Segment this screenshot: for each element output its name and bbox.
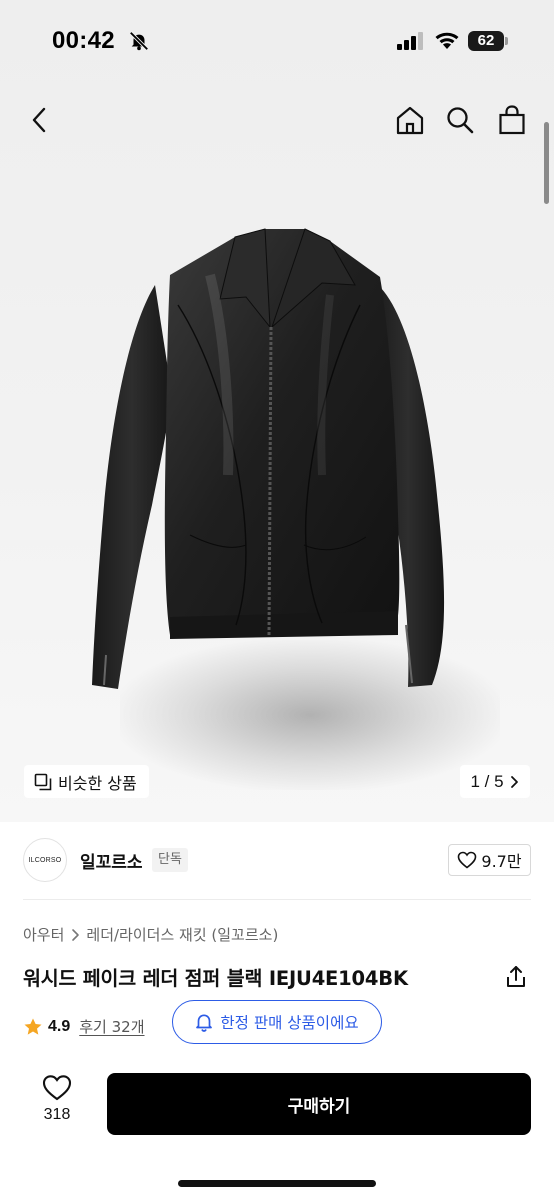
wishlist-button[interactable]: 318 bbox=[32, 1074, 82, 1136]
shopping-bag-icon bbox=[499, 105, 525, 135]
scrollbar[interactable] bbox=[544, 122, 549, 204]
signal-icon bbox=[397, 32, 423, 50]
bell-off-icon bbox=[129, 31, 149, 51]
heart-icon bbox=[458, 851, 477, 869]
breadcrumb-category[interactable]: 아우터 bbox=[23, 924, 64, 945]
home-button[interactable] bbox=[390, 100, 430, 140]
review-link[interactable]: 후기 32개 bbox=[79, 1016, 144, 1037]
page-indicator-text: 1 / 5 bbox=[470, 771, 504, 791]
product-title: 워시드 페이크 레더 점퍼 블랙 IEJU4E104BK bbox=[23, 967, 408, 990]
wishlist-count: 318 bbox=[43, 1106, 71, 1123]
similar-products-label: 비슷한 상품 bbox=[58, 773, 137, 793]
wifi-icon bbox=[435, 32, 459, 49]
divider bbox=[23, 899, 531, 900]
seller-row: ILCORSO 일꼬르소 단독 9.7만 bbox=[0, 822, 554, 900]
brand-like-button[interactable]: 9.7만 bbox=[448, 844, 531, 876]
similar-products-icon bbox=[34, 773, 52, 790]
heart-icon bbox=[42, 1075, 72, 1101]
limited-sale-text: 한정 판매 상품이에요 bbox=[220, 1014, 359, 1032]
breadcrumb-subcategory[interactable]: 레더/라이더스 재킷 (일꼬르소) bbox=[86, 924, 278, 945]
limited-sale-notice[interactable]: 한정 판매 상품이에요 bbox=[172, 1000, 382, 1044]
back-chevron-icon bbox=[32, 107, 46, 133]
status-bar: 00:42 62 bbox=[0, 0, 554, 84]
rating-value: 4.9 bbox=[48, 1017, 71, 1035]
product-image-jacket[interactable] bbox=[60, 215, 500, 775]
bottom-action-bar: 318 구매하기 bbox=[0, 1060, 554, 1200]
brand-like-count: 9.7만 bbox=[481, 852, 522, 871]
rating-row: 4.9 후기 32개 bbox=[23, 1016, 145, 1037]
brand-logo[interactable]: ILCORSO bbox=[23, 838, 67, 882]
chevron-right-icon bbox=[510, 775, 518, 788]
back-button[interactable] bbox=[20, 100, 60, 140]
status-time: 00:42 bbox=[52, 27, 115, 54]
bell-icon bbox=[196, 1014, 213, 1032]
similar-products-button[interactable]: 비슷한 상품 bbox=[24, 765, 149, 798]
battery-icon: 62 bbox=[468, 31, 508, 51]
chevron-right-icon bbox=[72, 928, 80, 941]
share-button[interactable] bbox=[503, 964, 531, 992]
search-icon bbox=[447, 107, 474, 134]
search-button[interactable] bbox=[440, 100, 480, 140]
share-icon bbox=[507, 966, 525, 987]
exclusive-badge: 단독 bbox=[152, 848, 188, 872]
buy-button[interactable]: 구매하기 bbox=[107, 1073, 531, 1135]
battery-level: 62 bbox=[477, 32, 495, 49]
breadcrumb: 아우터 레더/라이더스 재킷 (일꼬르소) bbox=[23, 924, 278, 945]
brand-logo-text: ILCORSO bbox=[28, 856, 62, 864]
shopping-bag-button[interactable] bbox=[492, 100, 532, 140]
brand-name[interactable]: 일꼬르소 bbox=[80, 848, 143, 873]
star-icon bbox=[24, 1018, 42, 1035]
gallery-page-indicator[interactable]: 1 / 5 bbox=[460, 765, 530, 798]
home-icon bbox=[396, 106, 424, 135]
home-indicator[interactable] bbox=[178, 1180, 376, 1187]
